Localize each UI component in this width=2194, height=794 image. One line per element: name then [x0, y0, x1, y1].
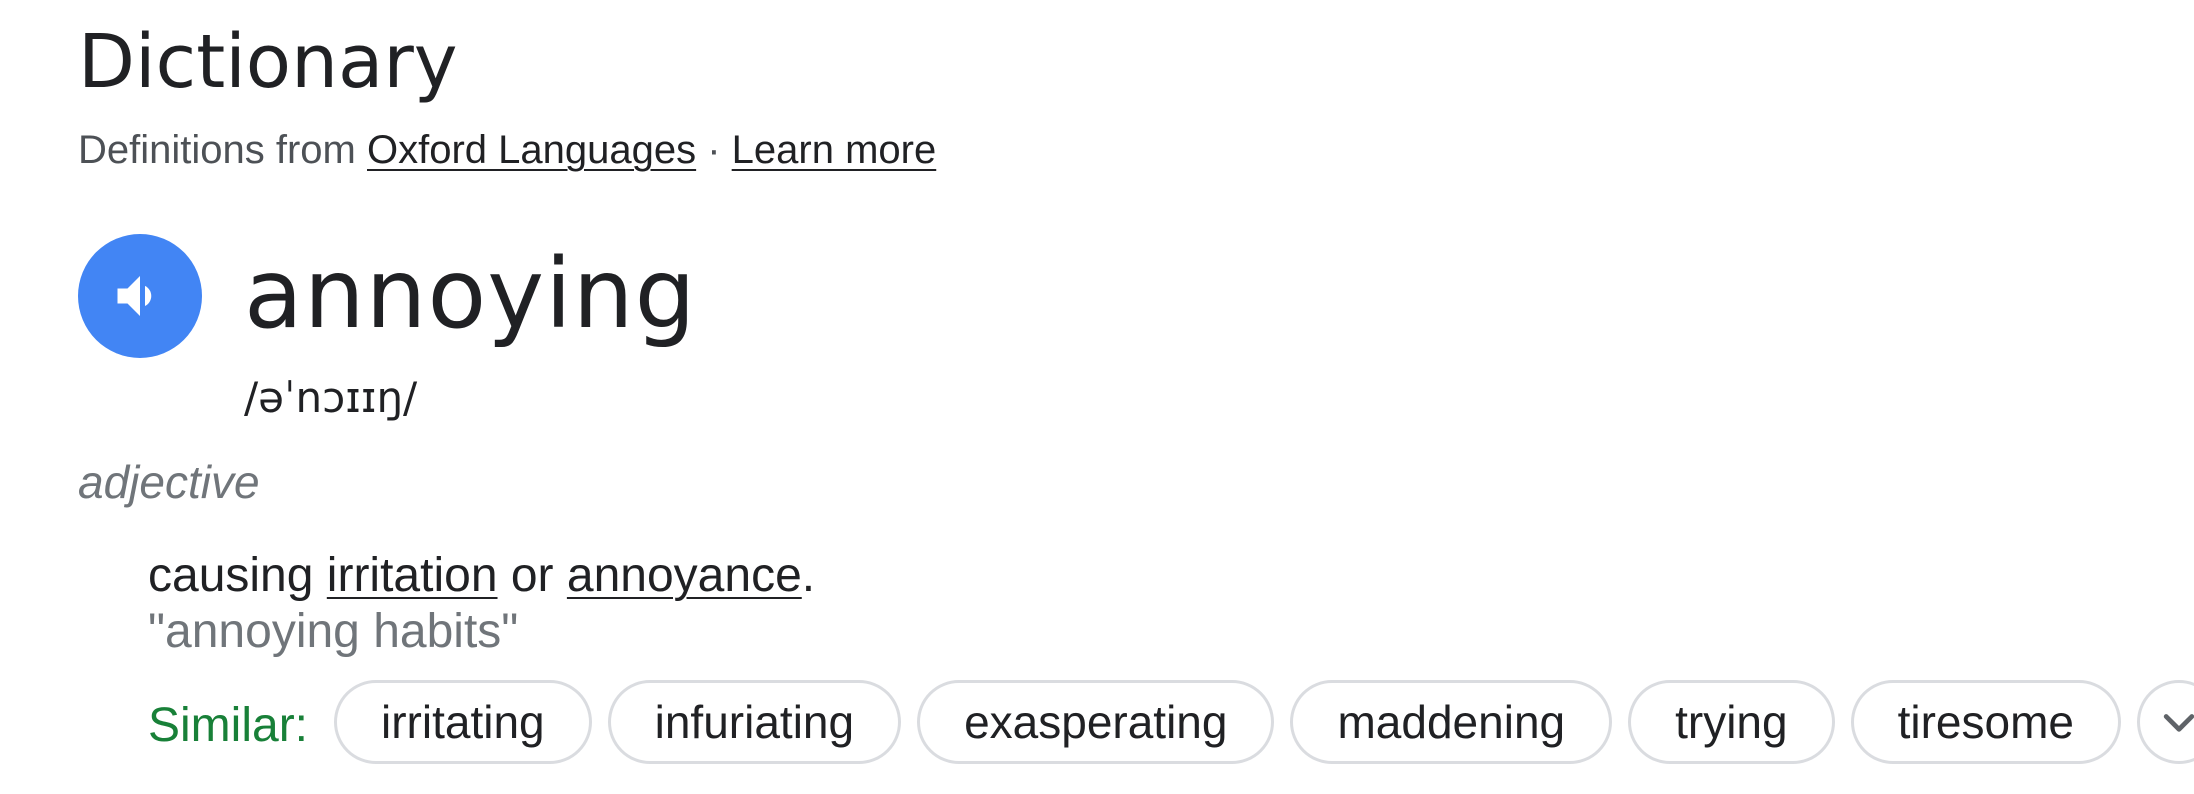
example-sentence: "annoying habits" — [148, 605, 519, 658]
similar-chip-trying[interactable]: trying — [1628, 680, 1835, 764]
speaker-icon — [117, 276, 152, 316]
similar-chip-infuriating[interactable]: infuriating — [607, 680, 902, 764]
definition-prefix: causing — [148, 549, 314, 602]
similar-chip-maddening[interactable]: maddening — [1290, 680, 1613, 764]
definition-suffix: . — [801, 549, 816, 602]
page-title: Dictionary — [78, 19, 458, 105]
definition-middle: or — [510, 549, 554, 602]
learn-more-link[interactable]: Learn more — [732, 128, 937, 172]
expand-similar-button[interactable] — [2136, 680, 2194, 764]
similar-chip-irritating[interactable]: irritating — [334, 680, 592, 764]
separator: · — [696, 128, 732, 172]
chevron-down-icon — [2163, 714, 2194, 732]
irritation-link[interactable]: irritation — [327, 549, 498, 602]
annoyance-link[interactable]: annoyance — [567, 549, 802, 602]
similar-chip-tiresome[interactable]: tiresome — [1850, 680, 2121, 764]
similar-words: Similar: irritating infuriating exaspera… — [148, 680, 2194, 764]
source-line: Definitions from Oxford Languages · Lear… — [78, 124, 936, 176]
definition: causing irritation or annoyance. — [148, 548, 815, 604]
oxford-languages-link[interactable]: Oxford Languages — [367, 128, 696, 172]
part-of-speech: adjective — [78, 456, 260, 508]
similar-chip-exasperating[interactable]: exasperating — [917, 680, 1275, 764]
similar-label: Similar: — [148, 699, 309, 752]
source-prefix: Definitions from — [78, 128, 356, 172]
phonetic: /əˈnɔɪɪŋ/ — [244, 373, 418, 422]
pronunciation-button[interactable] — [78, 234, 202, 358]
headword: annoying — [244, 238, 697, 350]
